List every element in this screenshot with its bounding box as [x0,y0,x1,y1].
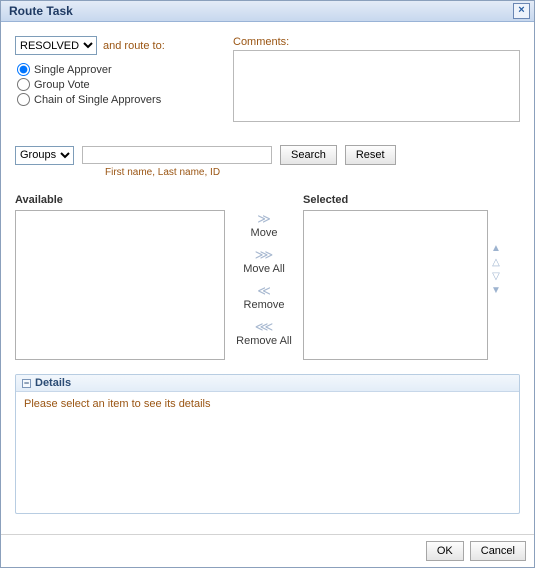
move-up-icon[interactable]: △ [492,258,500,268]
available-column: Available [15,194,225,360]
route-task-dialog: Route Task × RESOLVED and route to: Sing… [0,0,535,568]
route-option-single[interactable]: Single Approver [17,63,215,76]
top-row: RESOLVED and route to: Single Approver G… [15,36,520,125]
dialog-title: Route Task [9,4,73,18]
available-listbox[interactable] [15,210,225,360]
search-hint: First name, Last name, ID [105,167,520,178]
route-radio-group-label: Group Vote [34,79,90,91]
cancel-button[interactable]: Cancel [470,541,526,561]
route-option-list: Single Approver Group Vote Chain of Sing… [15,61,215,106]
move-bottom-icon[interactable]: ▼ [491,286,501,296]
close-icon[interactable]: × [513,3,530,19]
reorder-column: ▲ △ ▽ ▼ [488,194,504,296]
move-label: Move [251,227,278,239]
move-icon[interactable]: ≫ [257,212,271,226]
selected-column: Selected [303,194,488,360]
route-radio-single[interactable] [17,63,30,76]
route-radio-chain-label: Chain of Single Approvers [34,94,161,106]
picker: Available ≫ Move ⋙ Move All ≪ Remove ⋘ R… [15,194,520,360]
dialog-body: RESOLVED and route to: Single Approver G… [1,22,534,534]
route-radio-single-label: Single Approver [34,64,112,76]
remove-all-label: Remove All [236,335,292,347]
dialog-footer: OK Cancel [1,534,534,567]
move-top-icon[interactable]: ▲ [491,244,501,254]
comments-label: Comments: [233,36,520,48]
mover-column: ≫ Move ⋙ Move All ≪ Remove ⋘ Remove All [225,194,303,355]
route-to-label: and route to: [103,40,165,52]
remove-label: Remove [244,299,285,311]
ok-button[interactable]: OK [426,541,464,561]
scope-select[interactable]: Groups [15,146,74,165]
comments-textarea[interactable] [233,50,520,122]
selected-label: Selected [303,194,488,206]
search-input[interactable] [82,146,272,164]
available-label: Available [15,194,225,206]
move-all-icon[interactable]: ⋙ [255,248,274,262]
status-select[interactable]: RESOLVED [15,36,97,55]
move-all-label: Move All [243,263,285,275]
route-radio-chain[interactable] [17,93,30,106]
route-option-chain[interactable]: Chain of Single Approvers [17,93,215,106]
remove-icon[interactable]: ≪ [257,284,271,298]
details-title: Details [35,377,71,389]
search-row: Groups Search Reset [15,145,520,165]
selected-listbox[interactable] [303,210,488,360]
reset-button[interactable]: Reset [345,145,396,165]
comments-column: Comments: [233,36,520,125]
titlebar: Route Task × [1,1,534,22]
route-radio-group[interactable] [17,78,30,91]
status-column: RESOLVED and route to: Single Approver G… [15,36,215,125]
move-down-icon[interactable]: ▽ [492,272,500,282]
details-header: − Details [16,375,519,392]
status-line: RESOLVED and route to: [15,36,215,55]
remove-all-icon[interactable]: ⋘ [255,320,274,334]
details-body: Please select an item to see its details [16,392,519,416]
route-option-group[interactable]: Group Vote [17,78,215,91]
collapse-icon[interactable]: − [22,379,31,388]
details-panel: − Details Please select an item to see i… [15,374,520,514]
search-button[interactable]: Search [280,145,337,165]
